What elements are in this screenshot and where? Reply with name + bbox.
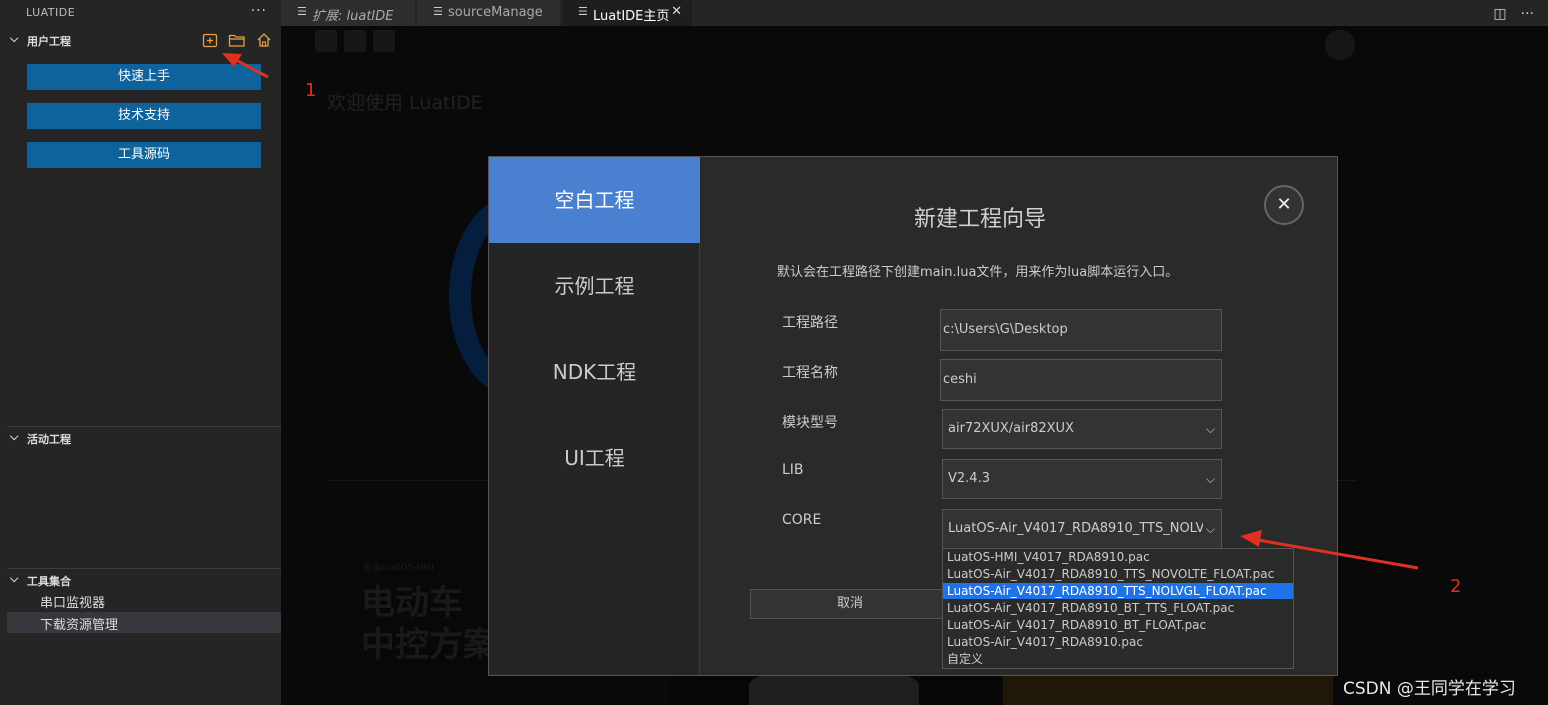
core-option[interactable]: 自定义 [943,651,1293,667]
section-label: 活动工程 [27,433,71,446]
core-option[interactable]: LuatOS-Air_V4017_RDA8910_TTS_NOVOLTE_FLO… [943,566,1293,582]
dialog-title: 新建工程向导 [914,207,1047,232]
annotation-number-1: 1 [305,80,317,101]
core-option[interactable]: LuatOS-HMI_V4017_RDA8910.pac [943,549,1293,565]
core-select[interactable]: LuatOS-Air_V4017_RDA8910_TTS_NOLVGL_FLOA… [942,509,1222,549]
split-editor-icon[interactable]: ◫ [1493,6,1506,22]
nav-ui-project[interactable]: UI工程 [489,415,700,501]
quick-start-button[interactable]: 快速上手 [27,64,261,90]
tool-download-resources[interactable]: 下载资源管理 [7,612,281,633]
tech-support-button[interactable]: 技术支持 [27,103,261,129]
path-input[interactable]: c:\Users\G\Desktop [940,309,1222,351]
chevron-down-icon: ⌵ [1205,422,1215,436]
tab-source-manage[interactable]: ☰ sourceManage [417,0,560,26]
dialog-description: 默认会在工程路径下创建main.lua文件，用来作为lua脚本运行入口。 [777,265,1179,280]
app-window: LUATIDE ··· ⌵ 用户工程 快速上手 技术支持 工具源码 ⌵ 活动工程… [0,0,1548,705]
open-folder-icon[interactable] [228,31,246,49]
home-icon[interactable] [255,31,273,49]
name-label: 工程名称 [782,365,838,381]
close-tab-icon[interactable]: ✕ [671,4,682,19]
select-value: air72XUX/air82XUX [948,421,1074,436]
core-option-selected[interactable]: LuatOS-Air_V4017_RDA8910_TTS_NOLVGL_FLOA… [943,583,1293,599]
nav-blank-project[interactable]: 空白工程 [489,157,700,243]
annotation-number-2: 2 [1450,576,1462,597]
path-label: 工程路径 [782,315,838,331]
tab-label: sourceManage [448,5,543,20]
nav-example-project[interactable]: 示例工程 [489,243,700,329]
section-user-projects[interactable]: ⌵ 用户工程 [0,29,281,51]
sidebar-header: LUATIDE ··· [0,0,281,26]
cancel-button[interactable]: 取消 [750,589,950,619]
tab-luatide-home[interactable]: ☰ LuatIDE主页 ✕ [562,0,692,26]
module-select[interactable]: air72XUX/air82XUX ⌵ [942,409,1222,449]
tool-source-button[interactable]: 工具源码 [27,142,261,168]
file-icon: ☰ [578,5,588,18]
core-option[interactable]: LuatOS-Air_V4017_RDA8910.pac [943,634,1293,650]
new-project-icon[interactable] [201,31,219,49]
core-option[interactable]: LuatOS-Air_V4017_RDA8910_BT_TTS_FLOAT.pa… [943,600,1293,616]
close-icon[interactable]: ✕ [1264,185,1304,225]
module-label: 模块型号 [782,415,838,431]
core-option[interactable]: LuatOS-Air_V4017_RDA8910_BT_FLOAT.pac [943,617,1293,633]
lib-label: LIB [782,462,804,478]
sidebar: LUATIDE ··· ⌵ 用户工程 快速上手 技术支持 工具源码 ⌵ 活动工程… [0,0,281,705]
chevron-down-icon: ⌵ [10,32,19,45]
select-value: V2.4.3 [948,471,990,486]
tool-serial-monitor[interactable]: 串口监视器 [7,590,281,611]
more-actions-icon[interactable]: ··· [1521,6,1534,22]
chevron-down-icon: ⌵ [10,430,19,443]
watermark: CSDN @王同学在学习 [1343,679,1516,699]
nav-ndk-project[interactable]: NDK工程 [489,329,700,415]
tab-label: LuatIDE主页 [593,9,670,24]
sidebar-title: LUATIDE [26,6,76,19]
section-active-projects[interactable]: ⌵ 活动工程 [0,427,281,449]
section-actions [196,31,273,49]
file-icon: ☰ [297,5,307,18]
core-dropdown-list: LuatOS-HMI_V4017_RDA8910.pac LuatOS-Air_… [942,548,1294,669]
section-tools[interactable]: ⌵ 工具集合 [0,569,281,591]
chevron-down-icon: ⌵ [10,572,19,585]
lib-select[interactable]: V2.4.3 ⌵ [942,459,1222,499]
select-value: LuatOS-Air_V4017_RDA8910_TTS_NOLVGL_FLOA… [948,521,1203,536]
file-icon: ☰ [433,5,443,18]
tab-bar: ☰ 扩展: luatIDE ☰ sourceManage ☰ LuatIDE主页… [281,0,1548,26]
section-label: 用户工程 [27,35,71,48]
more-actions-icon[interactable]: ··· [251,3,267,19]
chevron-down-icon: ⌵ [1205,522,1215,536]
core-label: CORE [782,512,822,528]
tool-label: 串口监视器 [40,596,106,611]
tab-extension-luatide[interactable]: ☰ 扩展: luatIDE [281,0,415,26]
chevron-down-icon: ⌵ [1205,472,1215,486]
project-type-nav: 空白工程 示例工程 NDK工程 UI工程 [489,157,700,675]
editor-actions: ◫ ··· [1493,3,1548,22]
tab-label: 扩展: luatIDE [312,9,394,24]
name-input[interactable]: ceshi [940,359,1222,401]
tool-label: 下载资源管理 [40,618,119,633]
section-label: 工具集合 [27,575,71,588]
